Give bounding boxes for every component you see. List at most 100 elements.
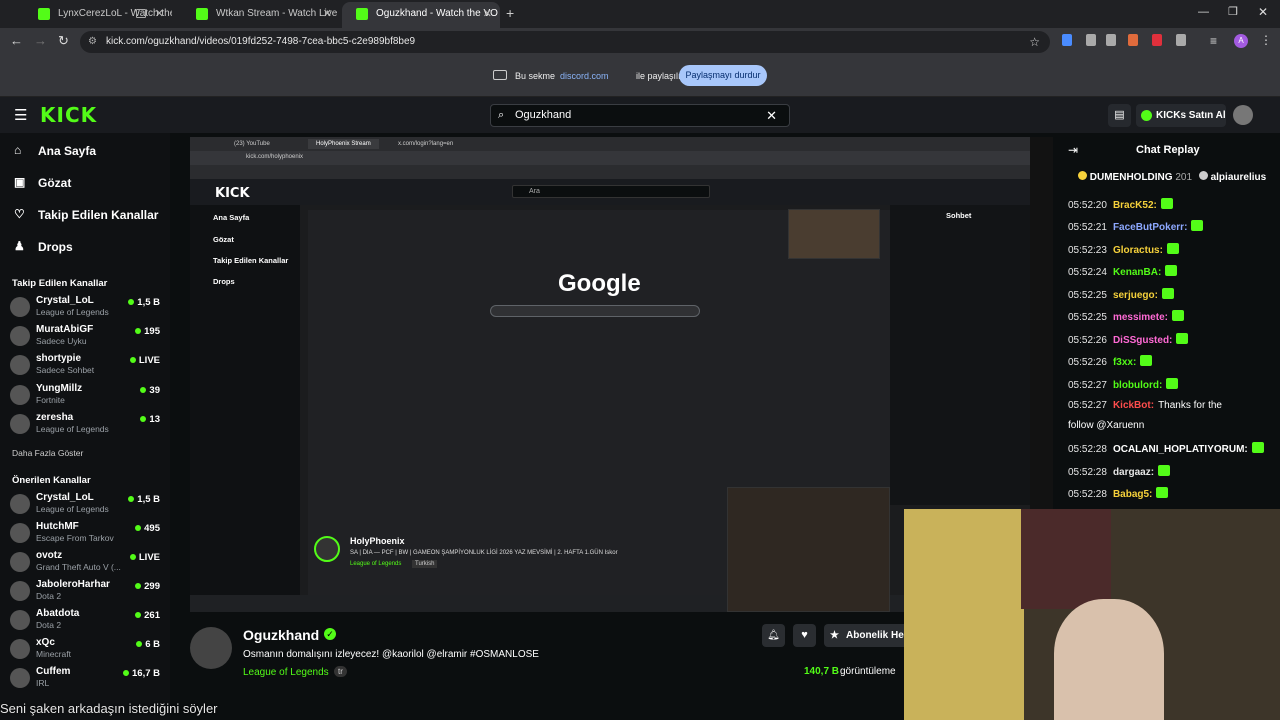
nav-browse[interactable]: ▣ Gözat: [14, 175, 71, 190]
profile-avatar[interactable]: A: [1234, 34, 1248, 48]
chat-timestamp: 05:52:21: [1068, 222, 1107, 233]
chat-username[interactable]: OCALANI_HOPLATIYORUM:: [1113, 444, 1248, 455]
recommended-channel[interactable]: JaboleroHarhar Dota 2 299: [10, 579, 160, 605]
kick-logo[interactable]: KICK: [40, 103, 97, 127]
chat-title: Chat Replay: [1136, 144, 1200, 156]
top-gifter-name[interactable]: alpiaurelius: [1211, 172, 1267, 183]
browse-grid-icon[interactable]: ▤: [1108, 104, 1131, 127]
inner-nav-item: Gözat: [213, 235, 234, 244]
extension-icon[interactable]: [1128, 34, 1138, 46]
monitor-icon: [136, 9, 146, 18]
channel-game: League of Legends: [36, 504, 109, 514]
extension-icon[interactable]: [1106, 34, 1116, 46]
bookmark-star-icon[interactable]: ☆: [1029, 31, 1040, 53]
close-window-icon[interactable]: ✕: [1258, 5, 1268, 19]
inner-sidebar: Ana Sayfa Gözat Takip Edilen Kanallar Dr…: [190, 205, 300, 612]
minimize-icon[interactable]: —: [1198, 6, 1209, 18]
followed-channel[interactable]: zeresha League of Legends 13: [10, 412, 160, 438]
browser-tab[interactable]: Wtkan Stream - Watch Live on ✕: [182, 2, 340, 28]
recommended-channel[interactable]: Abatdota Dota 2 261: [10, 608, 160, 634]
clear-search-icon[interactable]: ✕: [766, 105, 777, 126]
language-tag[interactable]: tr: [334, 666, 347, 677]
maximize-icon[interactable]: ❐: [1228, 5, 1238, 18]
inner-streamer-name: HolyPhoenix: [350, 536, 405, 546]
top-gifter-name[interactable]: DUMENHOLDING: [1090, 172, 1173, 183]
emote-icon: [1158, 465, 1171, 476]
subscribe-button[interactable]: ★ Abonelik He: [824, 624, 904, 647]
category-link[interactable]: League of Legends: [243, 667, 329, 678]
viewer-count-value: 495: [144, 523, 160, 534]
chat-username[interactable]: messimete:: [1113, 312, 1168, 323]
address-bar-row: ← → ↻ ⚙ kick.com/oguzkhand/videos/019fd2…: [0, 28, 1280, 56]
close-tab-icon[interactable]: ✕: [323, 2, 332, 26]
recommended-channel[interactable]: Crystal_LoL League of Legends 1,5 B: [10, 492, 160, 518]
close-tab-icon[interactable]: ✕: [155, 2, 164, 26]
inner-kick-logo: KICK: [215, 186, 250, 201]
viewer-count-value: LIVE: [138, 552, 160, 563]
collapse-chat-icon[interactable]: ⇥: [1068, 143, 1078, 157]
inner-kick-nav: KICK Ara: [190, 179, 1030, 205]
extension-icon[interactable]: [1152, 34, 1162, 46]
chat-username[interactable]: serjuego:: [1113, 290, 1158, 301]
live-dot-icon: [135, 525, 142, 531]
more-vert-icon[interactable]: ⋮: [1260, 33, 1272, 47]
chat-username[interactable]: BracK52:: [1113, 200, 1157, 211]
show-more-link[interactable]: Daha Fazla Göster: [12, 448, 83, 458]
avatar: [10, 581, 30, 601]
user-avatar[interactable]: [1233, 105, 1253, 125]
chat-username[interactable]: Babag5:: [1113, 489, 1152, 500]
chat-username[interactable]: f3xx:: [1113, 357, 1136, 368]
followed-channel[interactable]: MuratAbiGF Sadece Uyku 195: [10, 324, 160, 350]
extension-icon[interactable]: [1062, 34, 1072, 46]
recommended-channel[interactable]: HutchMF Escape From Tarkov 495: [10, 521, 160, 547]
viewer-count-value: 195: [144, 326, 160, 337]
browser-tab[interactable]: LynxCerezLoL - Watch the ✕: [24, 2, 172, 28]
forward-icon[interactable]: →: [34, 33, 47, 48]
buy-kicks-button[interactable]: KICKs Satın Al: [1136, 104, 1226, 127]
extensions-puzzle-icon[interactable]: [1176, 34, 1186, 46]
chat-username[interactable]: KenanBA:: [1113, 267, 1161, 278]
browser-tab-active[interactable]: Oguzkhand - Watch the VO ✕: [342, 2, 500, 28]
follow-heart-icon[interactable]: ♥: [793, 624, 816, 647]
browser-tab-bar: LynxCerezLoL - Watch the ✕ Wtkan Stream …: [0, 0, 1280, 28]
nav-home[interactable]: ⌂ Ana Sayfa: [14, 143, 96, 158]
recommended-channel[interactable]: ovotz Grand Theft Auto V (... LIVE: [10, 550, 160, 576]
reload-icon[interactable]: ↻: [58, 33, 69, 49]
share-domain-link[interactable]: discord.com: [560, 71, 609, 81]
chat-username[interactable]: KickBot:: [1113, 400, 1154, 411]
chat-username[interactable]: blobulord:: [1113, 380, 1162, 391]
close-tab-icon[interactable]: ✕: [483, 2, 492, 26]
inner-webcam: [788, 209, 880, 259]
live-dot-icon: [135, 612, 142, 618]
chat-message: 05:52:20 BracK52:: [1068, 198, 1173, 211]
channel-avatar[interactable]: [190, 627, 232, 669]
channel-name[interactable]: Oguzkhand: [243, 627, 319, 643]
followed-channel[interactable]: Crystal_LoL League of Legends 1,5 B: [10, 295, 160, 321]
hamburger-menu-icon[interactable]: ☰: [14, 106, 27, 124]
extension-icon[interactable]: [1086, 34, 1096, 46]
chat-username[interactable]: Gloractus:: [1113, 245, 1163, 256]
nav-drops[interactable]: ♟ Drops: [14, 239, 73, 254]
followed-channel[interactable]: shortypie Sadece Sohbet LIVE: [10, 353, 160, 379]
back-icon[interactable]: ←: [10, 33, 23, 48]
menu-lines-icon[interactable]: ≡: [1210, 34, 1217, 48]
chat-username[interactable]: FaceButPokerr:: [1113, 222, 1187, 233]
notification-bell-icon[interactable]: 🔔︎: [762, 624, 785, 647]
inner-url: kick.com/holyphoenix: [246, 154, 304, 160]
chat-username[interactable]: dargaaz:: [1113, 467, 1154, 478]
stop-sharing-button[interactable]: Paylaşmayı durdur: [679, 65, 767, 86]
search-input[interactable]: ⌕ Oguzkhand ✕: [490, 104, 790, 127]
recommended-channel[interactable]: xQc Minecraft 6 B: [10, 637, 160, 663]
site-info-icon[interactable]: ⚙: [88, 31, 97, 53]
nav-following[interactable]: ♡ Takip Edilen Kanallar: [14, 207, 158, 222]
viewer-count-value: 261: [144, 610, 160, 621]
chat-message: 05:52:28 dargaaz:: [1068, 465, 1171, 478]
chat-username[interactable]: DiSSgusted:: [1113, 335, 1172, 346]
followed-channel[interactable]: YungMillz Fortnite 39: [10, 383, 160, 409]
recommended-channel[interactable]: Cuffem IRL 16,7 B: [10, 666, 160, 692]
viewer-count: 261: [135, 610, 160, 621]
url-field[interactable]: ⚙ kick.com/oguzkhand/videos/019fd252-749…: [80, 31, 1050, 53]
channel-name: Abatdota: [36, 608, 80, 619]
live-dot-icon: [135, 328, 142, 334]
new-tab-icon[interactable]: +: [506, 5, 514, 21]
